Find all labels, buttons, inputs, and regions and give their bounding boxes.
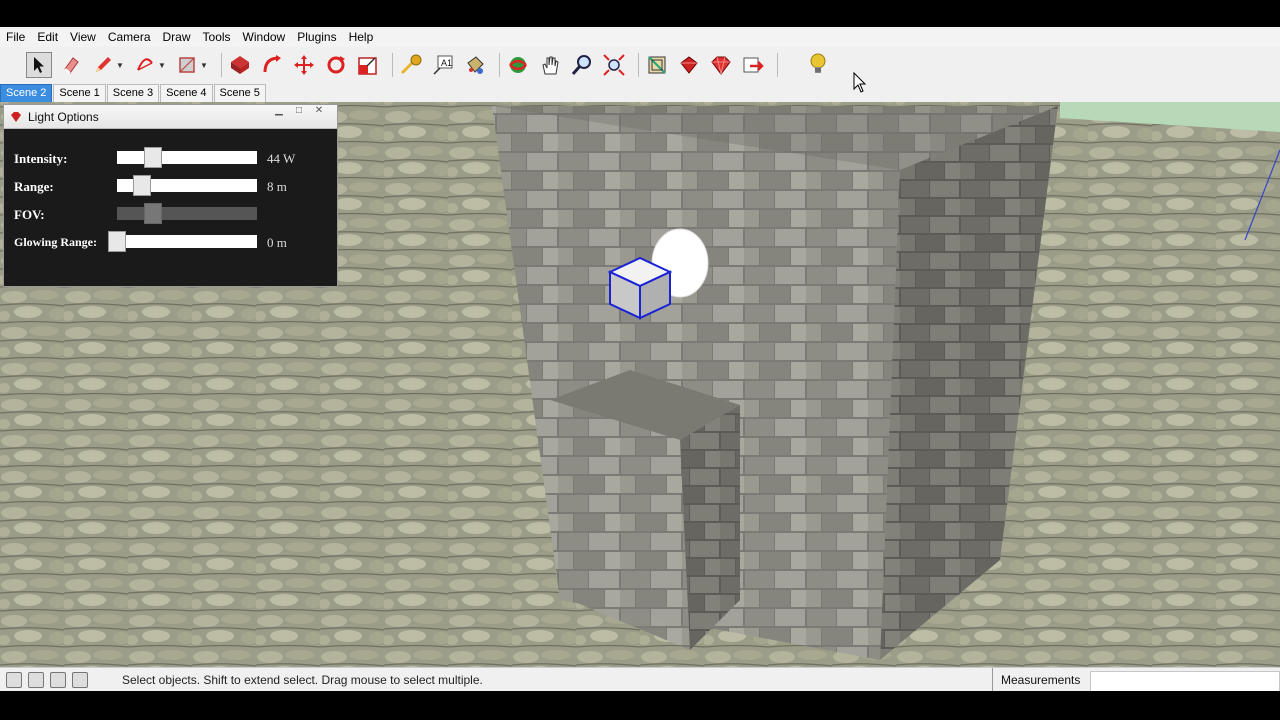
tab-scene-3[interactable]: Scene 3 [106,84,160,102]
toolbar-separator [392,53,393,77]
eraser-icon[interactable] [58,52,84,78]
ruby-plugin-icon[interactable] [676,52,702,78]
tape-measure-icon[interactable] [398,52,424,78]
toolbar-separator [499,53,500,77]
fov-slider-thumb [144,203,162,224]
orbit-icon[interactable] [505,52,531,78]
zoom-icon[interactable] [569,52,595,78]
tab-scene-2[interactable]: Scene 2 [0,84,53,102]
svg-text:A1: A1 [441,58,452,68]
status-icons [6,671,116,688]
mouse-cursor-icon [853,72,867,93]
scale-icon[interactable] [355,52,381,78]
pencil-dropdown-icon[interactable]: ▼ [116,61,124,70]
tab-scene-5[interactable]: Scene 5 [213,84,266,102]
menu-edit[interactable]: Edit [31,27,64,47]
arc-icon[interactable] [132,52,158,78]
menu-file[interactable]: File [0,27,31,47]
select-icon[interactable] [26,52,52,78]
ruby-icon [11,111,21,122]
window-bottom-strip [0,691,1280,720]
status-hint: Select objects. Shift to extend select. … [122,672,483,687]
zoom-extents-icon[interactable] [601,52,627,78]
fov-label: FOV: [14,207,45,222]
range-label: Range: [14,179,54,194]
info-icon[interactable] [28,671,44,688]
fov-slider [117,203,257,224]
intensity-label: Intensity: [14,151,68,166]
menu-help[interactable]: Help [343,27,380,47]
toolbar-separator [777,53,778,77]
push-pull-icon[interactable] [227,52,253,78]
export-icon[interactable] [740,52,766,78]
menu-bar: File Edit View Camera Draw Tools Window … [0,27,1280,47]
tab-scene-1[interactable]: Scene 1 [53,84,106,102]
arc-dropdown-icon[interactable]: ▼ [158,61,166,70]
menu-view[interactable]: View [64,27,102,47]
rectangle-icon[interactable] [174,52,200,78]
intensity-slider[interactable] [117,147,257,168]
intensity-value: 44 W [267,151,296,166]
minimize-icon[interactable]: ▁ [269,105,289,118]
instructor-icon[interactable] [72,671,88,688]
intensity-slider-thumb[interactable] [144,147,162,168]
tab-scene-4[interactable]: Scene 4 [160,84,213,102]
rotate-icon[interactable] [323,52,349,78]
measurements-input[interactable] [1090,671,1280,692]
toolbar-separator [638,53,639,77]
measurements-label: Measurements [992,668,1080,692]
pencil-icon[interactable] [90,52,116,78]
glowing-range-label: Glowing Range: [14,235,98,249]
light-bulb-icon[interactable] [805,52,831,78]
panel-title: Light Options [28,109,99,124]
close-icon[interactable]: ✕ [309,105,329,118]
menu-draw[interactable]: Draw [157,27,197,47]
maximize-icon[interactable]: □ [289,105,309,118]
glowing-range-value: 0 m [267,235,287,250]
menu-window[interactable]: Window [237,27,292,47]
geo-location-icon[interactable] [6,671,22,688]
light-options-panel: Light Options ▁ □ ✕ Intensity: 44 W Rang… [3,104,338,287]
text-icon[interactable]: A1 [430,52,456,78]
status-bar: Select objects. Shift to extend select. … [0,667,1280,692]
paint-bucket-icon[interactable] [462,52,488,78]
glowing-range-slider-thumb[interactable] [108,231,126,252]
ruby-gem-icon[interactable] [708,52,734,78]
move-icon[interactable] [291,52,317,78]
main-toolbar: ▼ ▼ ▼ A1 [0,47,1280,83]
menu-tools[interactable]: Tools [197,27,237,47]
glowing-range-slider[interactable] [108,231,257,252]
window-top-strip [0,0,1280,27]
component-icon[interactable] [644,52,670,78]
rectangle-dropdown-icon[interactable]: ▼ [200,61,208,70]
range-slider-thumb[interactable] [133,175,151,196]
scene-tabs: Scene 2 Scene 1 Scene 3 Scene 4 Scene 5 [0,83,1280,102]
menu-plugins[interactable]: Plugins [291,27,342,47]
panel-title-bar[interactable]: Light Options ▁ □ ✕ [4,105,337,129]
menu-camera[interactable]: Camera [102,27,157,47]
pan-icon[interactable] [537,52,563,78]
range-slider[interactable] [117,175,257,196]
range-value: 8 m [267,179,287,194]
toolbar-separator [221,53,222,77]
credits-icon[interactable] [50,671,66,688]
follow-me-icon[interactable] [259,52,285,78]
